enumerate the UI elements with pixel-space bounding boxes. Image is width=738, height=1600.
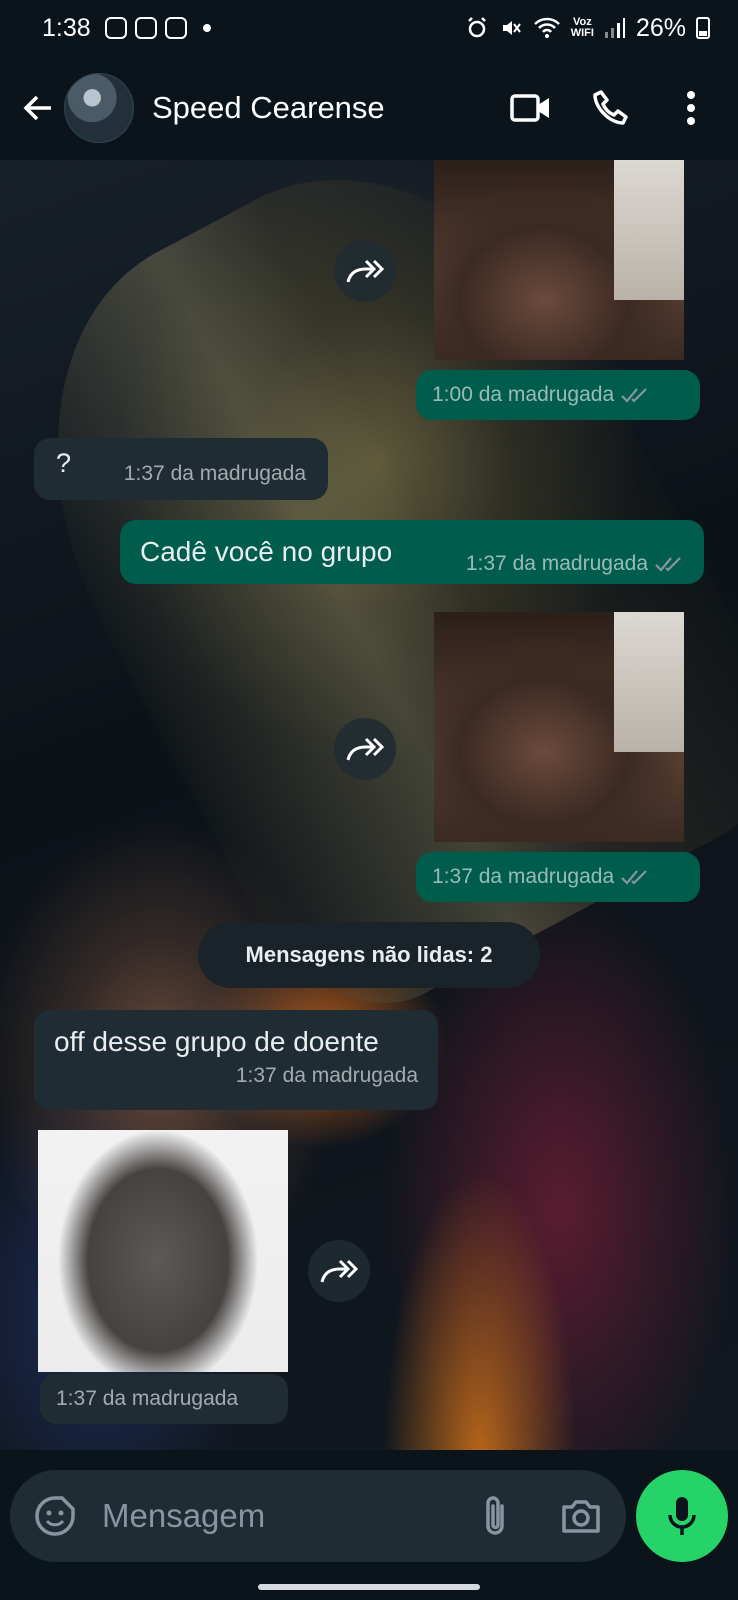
read-ticks-icon xyxy=(654,555,684,573)
status-time: 1:38 xyxy=(42,13,91,42)
back-button[interactable] xyxy=(18,88,58,128)
message-time: 1:00 da madrugada xyxy=(432,383,650,407)
battery-percent: 26% xyxy=(635,13,686,42)
attach-icon[interactable] xyxy=(480,1494,510,1538)
read-ticks-icon xyxy=(620,868,650,886)
alarm-icon xyxy=(467,17,486,38)
message-input[interactable]: Mensagem xyxy=(102,1497,480,1535)
camera-icon[interactable] xyxy=(560,1498,602,1534)
forward-button[interactable] xyxy=(334,718,396,780)
mute-icon xyxy=(502,21,521,35)
contact-avatar[interactable] xyxy=(64,73,134,143)
notification-icons xyxy=(104,17,211,39)
instagram-icon xyxy=(104,17,127,39)
forward-button[interactable] xyxy=(308,1240,370,1302)
wifi-icon xyxy=(533,17,560,38)
signal-icon xyxy=(604,18,625,38)
video-call-icon xyxy=(510,94,549,122)
chat-header: Speed Cearense xyxy=(0,56,738,160)
message-time-text: 1:37 da madrugada xyxy=(432,865,615,888)
navigation-bar xyxy=(0,1566,738,1600)
battery-icon xyxy=(696,17,710,39)
forward-icon xyxy=(346,737,384,761)
outgoing-text-message[interactable]: Cadê você no grupo 1:37 da madrugada xyxy=(120,520,704,584)
message-time-text: 1:00 da madrugada xyxy=(432,383,615,406)
image-message[interactable] xyxy=(38,1130,288,1372)
image-timestamp-bubble: 1:37 da madrugada xyxy=(416,852,700,902)
message-time-text: 1:37 da madrugada xyxy=(465,552,648,575)
instagram-icon xyxy=(134,17,157,39)
phone-icon xyxy=(593,90,628,125)
incoming-text-message[interactable]: ? 1:37 da madrugada xyxy=(34,438,328,500)
forward-button[interactable] xyxy=(334,240,396,302)
forward-icon xyxy=(346,259,384,283)
message-time: 1:37 da madrugada xyxy=(432,865,650,889)
voice-message-button[interactable] xyxy=(636,1470,728,1562)
more-options-button[interactable] xyxy=(662,79,720,137)
message-text: Cadê você no grupo xyxy=(140,536,393,567)
message-time: 1:37 da madrugada xyxy=(123,462,306,485)
forward-icon xyxy=(320,1259,358,1283)
chat-area[interactable]: 1:00 da madrugada ? 1:37 da madrugada Ca… xyxy=(0,160,738,1450)
message-text: ? xyxy=(56,448,72,478)
message-input-bar[interactable]: Mensagem xyxy=(10,1470,626,1562)
voz-wifi-label: Voz WIFI xyxy=(571,17,594,39)
gallery-icon xyxy=(164,17,187,39)
status-bar: 1:38 Voz WIFI 26% xyxy=(0,0,738,56)
message-text: off desse grupo de doente xyxy=(54,1026,379,1057)
image-message[interactable] xyxy=(434,160,684,360)
message-time: 1:37 da madrugada xyxy=(235,1064,418,1087)
image-timestamp-bubble: 1:00 da madrugada xyxy=(416,370,700,420)
sticker-icon[interactable] xyxy=(34,1495,76,1537)
more-vert-icon xyxy=(687,91,695,125)
incoming-text-message[interactable]: off desse grupo de doente 1:37 da madrug… xyxy=(34,1010,438,1110)
image-timestamp-bubble: 1:37 da madrugada xyxy=(40,1374,288,1424)
unread-messages-divider: Mensagens não lidas: 2 xyxy=(198,922,540,988)
contact-name[interactable]: Speed Cearense xyxy=(152,90,480,126)
wifi-label: WIFI xyxy=(570,27,594,39)
back-arrow-icon xyxy=(23,95,51,121)
more-notifications-dot-icon xyxy=(202,24,211,32)
message-time: 1:37 da madrugada xyxy=(466,552,684,576)
message-time: 1:37 da madrugada xyxy=(56,1387,239,1410)
read-ticks-icon xyxy=(620,386,650,404)
video-call-button[interactable] xyxy=(502,79,560,137)
system-icons: Voz WIFI 26% xyxy=(465,14,710,43)
mic-icon xyxy=(668,1497,696,1535)
image-message[interactable] xyxy=(434,612,684,842)
voice-call-button[interactable] xyxy=(582,79,640,137)
home-gesture-bar[interactable] xyxy=(258,1584,480,1590)
